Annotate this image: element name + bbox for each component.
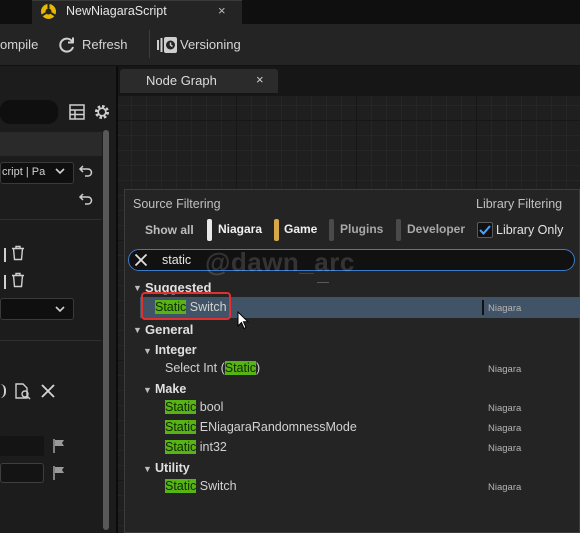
node-graph-tab-close-button[interactable]: ×: [256, 72, 264, 87]
left-panel-scrollbar[interactable]: [103, 130, 109, 530]
source-filter-game[interactable]: Game: [274, 219, 320, 241]
annotation-highlight-box: [141, 292, 231, 320]
browse-asset-icon[interactable]: [14, 382, 32, 400]
left-section-header[interactable]: [0, 132, 102, 156]
clear-search-icon[interactable]: [134, 253, 148, 267]
refresh-icon: [57, 35, 77, 55]
chip-color-bar: [329, 219, 334, 241]
source-filter-niagara[interactable]: Niagara: [207, 219, 263, 241]
search-match-highlight: Static: [165, 420, 197, 434]
category-integer[interactable]: Integer: [155, 343, 197, 357]
list-item-static-switch-utility[interactable]: Static Switch Niagara: [140, 477, 580, 496]
list-item-select-int-static[interactable]: Select Int (Static) Niagara: [140, 359, 580, 378]
chevron-down-icon: [53, 164, 67, 178]
chip-color-bar: [396, 219, 401, 241]
list-item-static-int32[interactable]: Static int32 Niagara: [140, 438, 580, 457]
library-only-checkbox[interactable]: [477, 222, 493, 238]
source-filter-plugins[interactable]: Plugins: [329, 219, 387, 241]
refresh-button[interactable]: Refresh: [82, 37, 128, 52]
item-label: Select Int (Static): [165, 361, 261, 375]
divider: [0, 219, 102, 220]
toolbar-divider: [149, 30, 150, 58]
versioning-button[interactable]: Versioning: [180, 37, 241, 52]
chip-label: Niagara: [218, 222, 263, 236]
versioning-icon: [156, 36, 178, 54]
item-label: Static bool: [165, 400, 224, 414]
search-match-highlight: Static: [165, 479, 197, 493]
node-graph-tab-label: Node Graph: [146, 73, 217, 88]
item-label: Static Switch: [165, 479, 237, 493]
list-item-static-enum[interactable]: Static ENiagaraRandomnessMode Niagara: [140, 418, 580, 437]
dropdown-value: cript | Pa: [2, 166, 46, 178]
source-divider: [482, 300, 484, 315]
library-only-label: Library Only: [496, 223, 564, 237]
checkmark-icon: [479, 225, 491, 235]
tab-title: NewNiagaraScript: [66, 4, 167, 18]
mouse-cursor-icon: [237, 311, 249, 330]
table-view-icon[interactable]: [69, 104, 85, 120]
settings-gear-icon[interactable]: [93, 103, 111, 121]
resize-handle: [317, 282, 329, 283]
chip-color-bar: [274, 219, 279, 241]
item-label: Static ENiagaraRandomnessMode: [165, 420, 357, 434]
divider: [0, 340, 102, 341]
compile-button[interactable]: ompile: [0, 37, 38, 52]
trash-icon[interactable]: [11, 272, 25, 288]
collapse-triangle-icon[interactable]: ▼: [143, 385, 152, 395]
reset-arrow-icon[interactable]: [78, 192, 94, 206]
watermark-text: @dawn_arc: [205, 247, 355, 277]
show-all-button[interactable]: Show all: [145, 223, 194, 237]
source-filter-developer[interactable]: Developer: [396, 219, 466, 241]
category-utility[interactable]: Utility: [155, 461, 190, 475]
niagara-script-icon: [40, 3, 57, 20]
library-filtering-label: Library Filtering: [476, 197, 563, 211]
item-source: Niagara: [488, 364, 522, 375]
flag-icon[interactable]: [52, 465, 66, 481]
search-match-highlight: Static: [165, 400, 197, 414]
item-source: Niagara: [488, 423, 522, 434]
chip-color-bar: [207, 219, 212, 241]
trash-icon[interactable]: [11, 245, 25, 261]
reset-arrow-icon[interactable]: [78, 164, 94, 178]
chip-label: Developer: [407, 222, 466, 236]
search-match-highlight: Static: [165, 440, 197, 454]
item-source: Niagara: [488, 303, 522, 314]
asset-field[interactable]: [0, 463, 44, 483]
parameter-dropdown[interactable]: [0, 298, 74, 320]
left-search-input[interactable]: [0, 100, 58, 124]
item-source: Niagara: [488, 482, 522, 493]
collapse-triangle-icon[interactable]: ▼: [133, 283, 142, 293]
collapse-triangle-icon[interactable]: ▼: [143, 346, 152, 356]
source-filtering-label: Source Filtering: [133, 197, 221, 211]
chip-label: Plugins: [340, 222, 384, 236]
collapse-triangle-icon[interactable]: ▼: [143, 464, 152, 474]
search-value: static: [162, 253, 192, 267]
search-match-highlight: Static: [224, 361, 257, 375]
category-general[interactable]: General: [145, 322, 193, 337]
category-make[interactable]: Make: [155, 382, 186, 396]
item-label: Static int32: [165, 440, 227, 454]
chevron-down-icon: [53, 302, 67, 316]
tab-close-button[interactable]: ×: [218, 3, 226, 18]
chip-label: Game: [284, 222, 318, 236]
flag-icon[interactable]: [52, 438, 66, 454]
collapse-triangle-icon[interactable]: ▼: [133, 325, 142, 335]
list-item-static-bool[interactable]: Static bool Niagara: [140, 398, 580, 417]
item-source: Niagara: [488, 403, 522, 414]
script-usage-dropdown[interactable]: cript | Pa: [0, 162, 74, 184]
clear-x-icon[interactable]: [41, 384, 55, 398]
asset-field[interactable]: [0, 436, 44, 456]
item-source: Niagara: [488, 443, 522, 454]
add-icon-partial[interactable]: [0, 275, 6, 289]
add-icon-partial[interactable]: [0, 248, 6, 262]
